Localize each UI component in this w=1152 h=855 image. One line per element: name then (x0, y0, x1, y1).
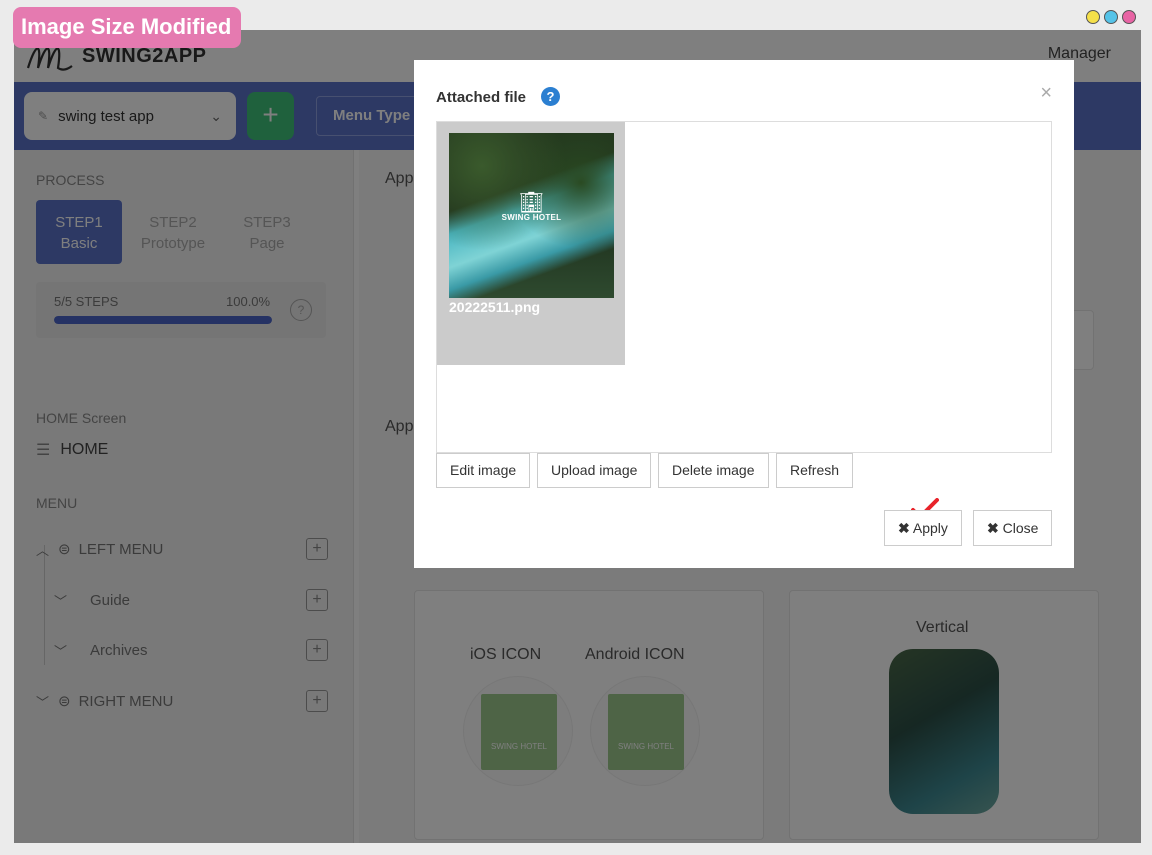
dialog-title: Attached file (436, 89, 527, 106)
apply-button[interactable]: ✖ Apply (884, 510, 962, 546)
file-list: 🏢︎ SWING HOTEL 20222511.png (436, 121, 1052, 453)
close-x-icon: ✖ (898, 520, 910, 536)
hotel-logo-text: SWING HOTEL (501, 213, 562, 222)
close-x-icon: ✖ (987, 520, 999, 536)
close-label: Close (1002, 520, 1039, 536)
image-size-badge: Image Size Modified (13, 7, 241, 48)
attached-file-dialog: Attached file ? × 🏢︎ SWING HOTEL 2022251… (414, 60, 1074, 568)
building-icon: 🏢︎ (518, 192, 545, 214)
delete-image-button[interactable]: Delete image (658, 453, 769, 488)
help-icon[interactable]: ? (541, 87, 560, 106)
hotel-logo: 🏢︎ SWING HOTEL (449, 193, 614, 222)
window-dot-pink[interactable] (1122, 10, 1136, 24)
upload-image-button[interactable]: Upload image (537, 453, 652, 488)
file-thumbnail: 🏢︎ SWING HOTEL (449, 133, 614, 298)
close-button[interactable]: ✖ Close (973, 510, 1053, 546)
refresh-button[interactable]: Refresh (776, 453, 854, 488)
window-controls (1086, 10, 1136, 24)
edit-image-button[interactable]: Edit image (436, 453, 531, 488)
file-name: 20222511.png (449, 299, 541, 315)
close-icon[interactable]: × (1040, 82, 1052, 105)
window-dot-yellow[interactable] (1086, 10, 1100, 24)
file-item[interactable]: 🏢︎ SWING HOTEL 20222511.png (437, 122, 625, 365)
window-dot-blue[interactable] (1104, 10, 1118, 24)
apply-label: Apply (912, 520, 948, 536)
